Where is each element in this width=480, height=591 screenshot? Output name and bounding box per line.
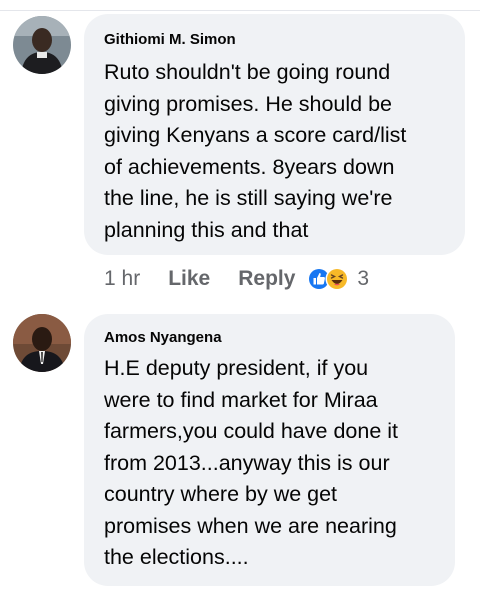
comment-text-line: the line, he is still saying we're <box>104 186 393 210</box>
comment-text-line: from 2013...anyway this is our <box>104 450 390 475</box>
like-button[interactable]: Like <box>168 267 210 291</box>
comment-text-line: planning this and that <box>104 217 309 242</box>
haha-reaction-icon <box>325 267 349 291</box>
comment-author[interactable]: Amos Nyangena <box>104 329 222 346</box>
comment-text-line: were to find market for Miraa <box>104 387 378 412</box>
reply-button[interactable]: Reply <box>238 267 295 291</box>
reactions-summary[interactable]: 3 <box>307 267 369 291</box>
profile-photo <box>13 314 71 372</box>
comment-author[interactable]: Githiomi M. Simon <box>104 31 236 48</box>
comment-text-line: farmers,you could have done it <box>104 419 398 443</box>
comment-text-line: Ruto shouldn't be going round <box>104 60 391 84</box>
avatar[interactable] <box>13 314 71 372</box>
comment-text-line: of achievements. 8years down <box>104 154 395 179</box>
reaction-count: 3 <box>357 267 370 290</box>
comment-text-line: giving Kenyans a score card/list <box>104 123 407 147</box>
avatar[interactable] <box>13 16 71 74</box>
comment-text-line: giving promises. He should be <box>104 91 393 116</box>
comment-actions: 1 hr Like Reply 3 <box>104 264 369 294</box>
timestamp[interactable]: 1 hr <box>104 267 140 291</box>
comment-text-line: H.E deputy president, if you <box>104 356 369 380</box>
comment-text-line: the elections.... <box>104 545 249 569</box>
top-divider <box>0 10 480 11</box>
comment-text-line: country where by we get <box>104 482 338 506</box>
comment-text-line: promises when we are nearing <box>104 513 397 538</box>
profile-photo <box>13 16 71 74</box>
